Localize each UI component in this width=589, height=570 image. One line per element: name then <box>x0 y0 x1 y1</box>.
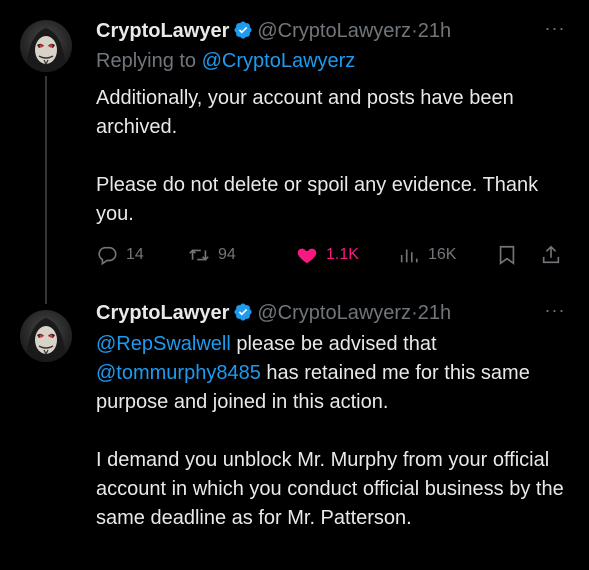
tweet-2[interactable]: CryptoLawyer @CryptoLawyerz·21h ··· @RepS… <box>0 290 589 570</box>
more-options-icon[interactable]: ··· <box>540 19 570 40</box>
hooded-mask-icon <box>26 318 66 362</box>
view-count: 16K <box>428 246 457 263</box>
repost-count: 94 <box>218 246 236 263</box>
tweet-actions: 14 94 1.1K 16K <box>96 240 576 270</box>
avatar[interactable] <box>20 310 72 362</box>
tweet-header: CryptoLawyer @CryptoLawyerz·21h <box>96 300 451 326</box>
separator-dot: · <box>411 20 418 42</box>
verified-badge-icon <box>233 20 253 40</box>
author-name[interactable]: CryptoLawyer <box>96 302 229 324</box>
mention-link[interactable]: @tommurphy8485 <box>96 362 261 384</box>
author-handle[interactable]: @CryptoLawyerz <box>257 20 411 42</box>
timestamp[interactable]: 21h <box>418 302 451 324</box>
repost-icon <box>189 249 209 261</box>
replying-to: Replying to @CryptoLawyerz <box>96 48 355 74</box>
reply-button[interactable]: 14 <box>96 240 144 270</box>
verified-badge-icon <box>233 302 253 322</box>
reply-count: 14 <box>126 246 144 263</box>
tweet-1[interactable]: CryptoLawyer @CryptoLawyerz·21h ··· Reply… <box>0 0 589 304</box>
thread-line <box>45 76 47 304</box>
avatar[interactable] <box>20 20 72 72</box>
reply-icon <box>98 246 117 266</box>
more-options-icon[interactable]: ··· <box>540 301 570 322</box>
tweet-paragraph: Additionally, your account and posts hav… <box>96 87 514 138</box>
tweet-header: CryptoLawyer @CryptoLawyerz·21h <box>96 18 451 44</box>
author-name[interactable]: CryptoLawyer <box>96 20 229 42</box>
repost-button[interactable]: 94 <box>188 240 236 270</box>
author-handle[interactable]: @CryptoLawyerz <box>257 302 411 324</box>
separator-dot: · <box>411 302 418 324</box>
tweet-paragraph: I demand you unblock Mr. Murphy from you… <box>96 449 564 529</box>
views-button[interactable]: 16K <box>398 240 456 270</box>
tweet-paragraph: @RepSwalwell please be advised that @tom… <box>96 330 566 417</box>
hooded-mask-icon <box>26 28 66 72</box>
bookmark-button[interactable] <box>496 240 518 270</box>
like-count: 1.1K <box>326 246 359 263</box>
tweet-text: @RepSwalwell please be advised that @tom… <box>96 330 566 533</box>
heart-icon <box>297 248 317 264</box>
bookmark-icon <box>499 245 515 265</box>
mention-link[interactable]: @RepSwalwell <box>96 333 231 355</box>
tweet-text: Additionally, your account and posts hav… <box>96 84 566 229</box>
timestamp[interactable]: 21h <box>418 20 451 42</box>
share-icon <box>542 245 560 264</box>
share-button[interactable] <box>540 240 562 270</box>
replying-to-mention[interactable]: @CryptoLawyerz <box>202 50 356 72</box>
tweet-paragraph: Please do not delete or spoil any eviden… <box>96 174 539 225</box>
replying-to-label: Replying to <box>96 50 197 72</box>
tweet-text-segment: please be advised that <box>230 333 437 355</box>
views-chart-icon <box>400 249 418 263</box>
like-button[interactable]: 1.1K <box>296 240 359 270</box>
